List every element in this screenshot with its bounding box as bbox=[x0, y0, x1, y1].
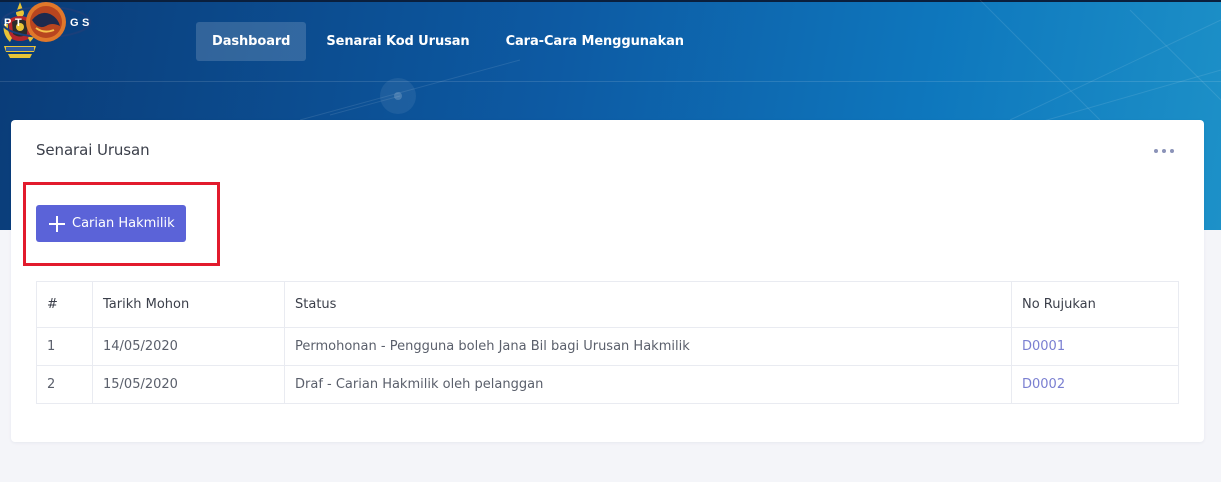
ptgs-logo[interactable]: P T G S bbox=[0, 0, 92, 44]
senarai-urusan-card: Senarai Urusan Carian Hakmilik # Tarikh … bbox=[11, 120, 1204, 442]
table-header-row: # Tarikh Mohon Status No Rujukan bbox=[36, 281, 1179, 328]
row-status: Permohonan - Pengguna boleh Jana Bil bag… bbox=[284, 327, 1012, 366]
row-status: Draf - Carian Hakmilik oleh pelanggan bbox=[284, 365, 1012, 404]
plus-icon bbox=[48, 215, 66, 233]
menu-dot bbox=[1162, 149, 1166, 153]
nav-item-cara-cara-menggunakan[interactable]: Cara-Cara Menggunakan bbox=[490, 22, 700, 61]
column-header-tarikh-mohon: Tarikh Mohon bbox=[92, 281, 285, 328]
logo-text-s: S bbox=[82, 17, 89, 29]
carian-hakmilik-label: Carian Hakmilik bbox=[72, 216, 175, 231]
logo-text-g: G bbox=[70, 17, 79, 29]
more-horizontal-icon[interactable] bbox=[1154, 146, 1174, 156]
main-nav: Dashboard Senarai Kod Urusan Cara-Cara M… bbox=[196, 22, 704, 61]
menu-dot bbox=[1154, 149, 1158, 153]
row-date: 14/05/2020 bbox=[92, 327, 285, 366]
nav-divider bbox=[0, 81, 1221, 82]
row-number: 1 bbox=[36, 327, 93, 366]
row-reference-link[interactable]: D0002 bbox=[1011, 365, 1179, 404]
table-row: 2 15/05/2020 Draf - Carian Hakmilik oleh… bbox=[36, 365, 1179, 404]
nav-item-senarai-kod-urusan[interactable]: Senarai Kod Urusan bbox=[310, 22, 485, 61]
row-reference-link[interactable]: D0001 bbox=[1011, 327, 1179, 366]
row-number: 2 bbox=[36, 365, 93, 404]
nav-item-dashboard[interactable]: Dashboard bbox=[196, 22, 307, 61]
table-row: 1 14/05/2020 Permohonan - Pengguna boleh… bbox=[36, 327, 1179, 366]
card-title: Senarai Urusan bbox=[36, 141, 150, 159]
logo-text-p: P bbox=[4, 17, 11, 29]
urusan-table: # Tarikh Mohon Status No Rujukan 1 14/05… bbox=[36, 281, 1179, 404]
column-header-status: Status bbox=[284, 281, 1012, 328]
column-header-number: # bbox=[36, 281, 93, 328]
menu-dot bbox=[1170, 149, 1174, 153]
column-header-no-rujukan: No Rujukan bbox=[1011, 281, 1179, 328]
carian-hakmilik-button[interactable]: Carian Hakmilik bbox=[36, 205, 186, 242]
row-date: 15/05/2020 bbox=[92, 365, 285, 404]
logo-text-t: T bbox=[15, 17, 22, 29]
